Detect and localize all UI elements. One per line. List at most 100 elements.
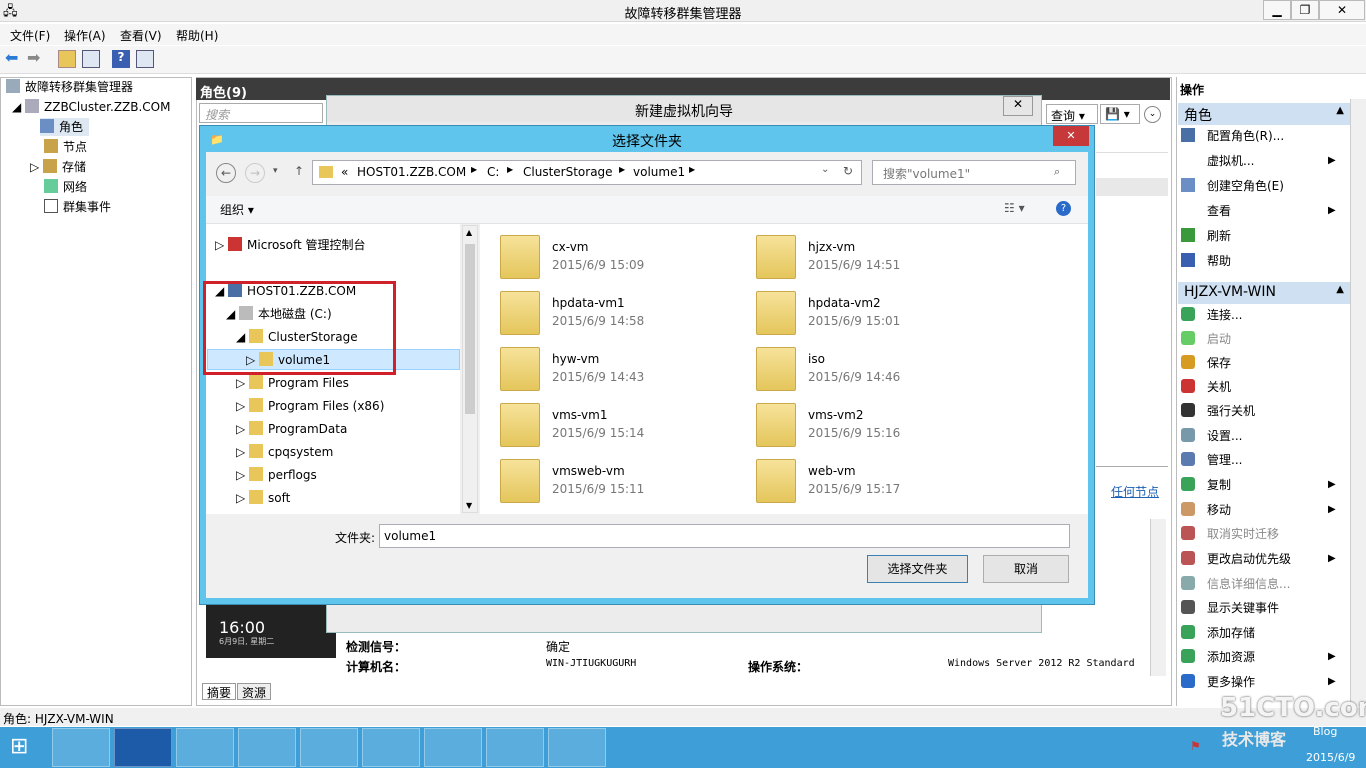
action-item[interactable]: 信息详细信息... <box>1181 574 1290 594</box>
action-item[interactable]: 配置角色(R)... <box>1181 126 1284 146</box>
show-hide-tree-icon[interactable] <box>82 50 100 68</box>
crumb-host[interactable]: HOST01.ZZB.COM <box>357 165 466 179</box>
action-item[interactable]: 启动 <box>1181 329 1231 349</box>
action-item[interactable]: 设置... <box>1181 426 1242 446</box>
back-arrow-icon[interactable]: ⬅ <box>5 50 23 68</box>
crumb-arrow-icon[interactable]: ▶ <box>619 165 625 174</box>
forward-icon[interactable]: → <box>245 163 265 183</box>
folder-input[interactable]: volume1 <box>379 524 1070 548</box>
taskbar-explorer-icon[interactable] <box>176 728 234 767</box>
nav-item-folder[interactable]: ▷ ProgramData <box>236 420 347 438</box>
tree-item-storage[interactable]: ▷ 存储 <box>30 158 86 176</box>
expand-chevron-icon[interactable]: ⌄ <box>1144 106 1161 123</box>
nav-item-folder[interactable]: ▷ Program Files <box>236 374 349 392</box>
tree-item-events[interactable]: 群集事件 <box>44 198 111 216</box>
crumb-arrow-icon[interactable]: ▶ <box>471 165 477 174</box>
nav-item-folder[interactable]: ▷ perflogs <box>236 466 317 484</box>
up-icon[interactable]: ↑ <box>294 164 304 178</box>
scroll-thumb[interactable] <box>465 244 475 414</box>
action-item[interactable]: 更多操作 <box>1181 672 1255 692</box>
crumb-overflow[interactable]: « <box>341 165 348 179</box>
action-item[interactable]: 查看 <box>1181 201 1231 221</box>
minimize-button[interactable]: ▁ <box>1263 0 1291 20</box>
nav-scrollbar[interactable]: ▲ ▼ <box>462 225 478 513</box>
menu-file[interactable]: 文件(F) <box>10 27 50 44</box>
forward-arrow-icon[interactable]: ➡ <box>27 50 45 68</box>
folder-item[interactable]: hyw-vm 2015/6/9 14:43 <box>500 345 730 395</box>
scroll-up-icon[interactable]: ▲ <box>466 228 472 237</box>
start-button-icon[interactable]: ⊞ <box>10 735 36 761</box>
taskbar-hyperv-icon[interactable] <box>238 728 296 767</box>
action-pane-icon[interactable] <box>136 50 154 68</box>
action-item[interactable]: 保存 <box>1181 353 1231 373</box>
select-folder-button[interactable]: 选择文件夹 <box>867 555 968 583</box>
tree-root[interactable]: 故障转移群集管理器 <box>6 78 133 96</box>
menu-action[interactable]: 操作(A) <box>64 27 106 44</box>
folder-item[interactable]: cx-vm 2015/6/9 15:09 <box>500 233 730 283</box>
back-icon[interactable]: ← <box>216 163 236 183</box>
actions-section-vm[interactable]: HJZX-VM-WIN ▲ <box>1178 282 1350 304</box>
save-query-button[interactable]: 💾 ▾ <box>1100 104 1140 124</box>
action-item[interactable]: 添加资源 <box>1181 647 1255 667</box>
folder-item[interactable]: iso 2015/6/9 14:46 <box>756 345 986 395</box>
crumb-volume1[interactable]: volume1 <box>633 165 685 179</box>
detail-scrollbar[interactable] <box>1150 519 1166 676</box>
tree-item-networks[interactable]: 网络 <box>44 178 87 196</box>
folder-item[interactable]: hjzx-vm 2015/6/9 14:51 <box>756 233 986 283</box>
action-item[interactable]: 复制 <box>1181 475 1231 495</box>
address-bar[interactable]: « HOST01.ZZB.COM ▶ C: ▶ ClusterStorage ▶… <box>312 160 862 185</box>
crumb-clusterstorage[interactable]: ClusterStorage <box>523 165 613 179</box>
help-icon[interactable]: ? <box>112 50 130 68</box>
tray-flag-icon[interactable]: ⚑ <box>1190 739 1201 753</box>
recent-dropdown-icon[interactable]: ▾ <box>273 166 278 176</box>
taskbar-powershell-icon[interactable] <box>114 728 172 767</box>
cancel-button[interactable]: 取消 <box>983 555 1069 583</box>
action-item[interactable]: 关机 <box>1181 377 1231 397</box>
action-item[interactable]: 连接... <box>1181 305 1242 325</box>
taskbar-cluster-icon[interactable] <box>300 728 358 767</box>
folder-item[interactable]: vms-vm2 2015/6/9 15:16 <box>756 401 986 451</box>
folder-item[interactable]: vms-vm1 2015/6/9 15:14 <box>500 401 730 451</box>
nav-item-msc[interactable]: ▷ Microsoft 管理控制台 <box>215 236 365 254</box>
taskbar-tools-icon[interactable] <box>362 728 420 767</box>
address-dropdown-icon[interactable]: ⌄ <box>821 164 829 175</box>
taskbar-ie-icon[interactable] <box>424 728 482 767</box>
tree-cluster[interactable]: ◢ ZZBCluster.ZZB.COM <box>12 98 170 116</box>
actions-scrollbar[interactable] <box>1350 99 1366 706</box>
folder-item[interactable]: hpdata-vm1 2015/6/9 14:58 <box>500 289 730 339</box>
action-item[interactable]: 刷新 <box>1181 226 1231 246</box>
tab-resources[interactable]: 资源 <box>237 683 271 700</box>
taskbar-server-manager-icon[interactable] <box>52 728 110 767</box>
action-item[interactable]: 创建空角色(E) <box>1181 176 1284 196</box>
folder-item[interactable]: hpdata-vm2 2015/6/9 15:01 <box>756 289 986 339</box>
any-node-link[interactable]: 任何节点 <box>1111 483 1159 500</box>
close-button[interactable]: ✕ <box>1319 0 1365 20</box>
dialog-help-icon[interactable]: ? <box>1056 201 1071 216</box>
action-item[interactable]: 管理... <box>1181 450 1242 470</box>
folder-item[interactable]: web-vm 2015/6/9 15:17 <box>756 457 986 507</box>
restore-button[interactable]: ❐ <box>1291 0 1319 20</box>
query-button[interactable]: 查询 ▾ <box>1046 104 1098 124</box>
up-folder-icon[interactable] <box>58 50 76 68</box>
tree-item-nodes[interactable]: 节点 <box>44 138 87 156</box>
action-item[interactable]: 帮助 <box>1181 251 1231 271</box>
nav-item-folder[interactable]: ▷ cpqsystem <box>236 443 333 461</box>
folder-item[interactable]: vmsweb-vm 2015/6/9 15:11 <box>500 457 730 507</box>
wizard-close-button[interactable]: ✕ <box>1003 96 1033 116</box>
tab-summary[interactable]: 摘要 <box>202 683 236 700</box>
taskbar-app-icon[interactable] <box>548 728 606 767</box>
action-item[interactable]: 显示关键事件 <box>1181 598 1279 618</box>
crumb-arrow-icon[interactable]: ▶ <box>507 165 513 174</box>
action-item[interactable]: 强行关机 <box>1181 401 1255 421</box>
dialog-close-button[interactable]: ✕ <box>1053 126 1089 146</box>
tree-item-roles[interactable]: 角色 <box>40 118 90 136</box>
roles-search-input[interactable]: 搜索 <box>199 103 323 123</box>
crumb-arrow-icon[interactable]: ▶ <box>689 165 695 174</box>
action-item[interactable]: 虚拟机... <box>1181 151 1254 171</box>
action-item[interactable]: 取消实时迁移 <box>1181 524 1279 544</box>
organize-button[interactable]: 组织 ▾ <box>220 201 254 218</box>
crumb-c[interactable]: C: <box>487 165 499 179</box>
scroll-down-icon[interactable]: ▼ <box>466 501 472 510</box>
taskbar-network-icon[interactable] <box>486 728 544 767</box>
action-item[interactable]: 添加存储 <box>1181 623 1255 643</box>
